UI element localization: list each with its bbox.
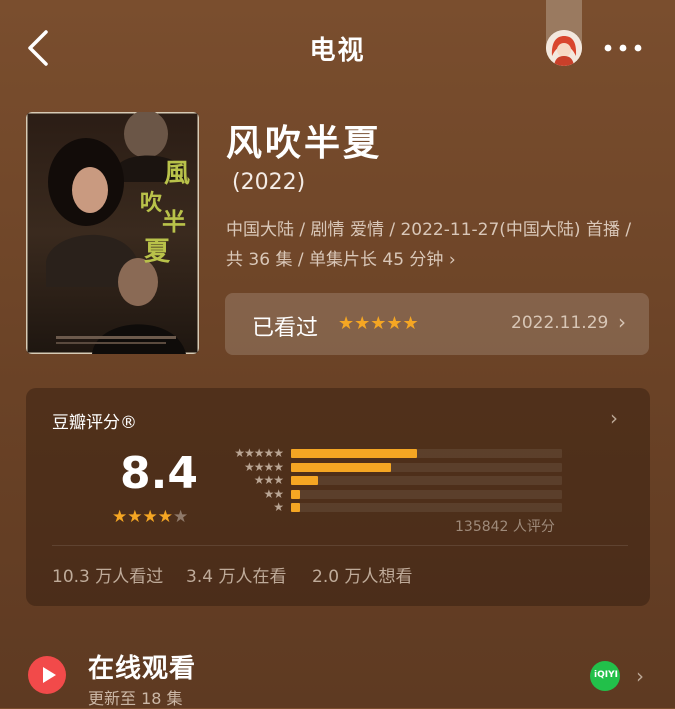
- subject-meta[interactable]: 中国大陆 / 剧情 爱情 / 2022-11-27(中国大陆) 首播 / 共 3…: [226, 215, 646, 275]
- distribution-bar-track-4: [291, 462, 562, 472]
- play-icon[interactable]: [28, 656, 66, 694]
- more-options-button[interactable]: [600, 33, 646, 63]
- poster-title-char-1: 風: [164, 159, 190, 189]
- iqiyi-icon-label: iQIYI: [594, 670, 618, 680]
- watch-status-label: 已看过: [252, 316, 319, 341]
- subject-year: (2022): [232, 170, 306, 195]
- chevron-right-icon: ›: [443, 250, 456, 270]
- poster-title-char-2: 吹: [140, 190, 163, 216]
- vote-count: 135842 人评分: [455, 519, 555, 535]
- distribution-bar-3: [291, 476, 318, 485]
- rating-detail-chevron-icon[interactable]: ›: [610, 406, 618, 430]
- poster-title-char-4: 夏: [144, 237, 171, 267]
- online-watch-subtitle: 更新至 18 集: [88, 689, 183, 708]
- subject-meta-text: 中国大陆 / 剧情 爱情 / 2022-11-27(中国大陆) 首播 / 共 3…: [226, 220, 632, 270]
- distribution-stars-3: ★★★: [253, 473, 284, 487]
- distribution-bar-2: [291, 489, 300, 499]
- distribution-bar-1: [291, 503, 300, 512]
- poster-image[interactable]: 風 吹 半 夏: [26, 112, 199, 354]
- rating-title: 豆瓣评分®: [52, 413, 137, 433]
- chevron-right-icon: ›: [618, 310, 626, 334]
- average-stars-empty: ★: [172, 507, 189, 527]
- poster-art: 風 吹 半 夏: [26, 112, 199, 354]
- distribution-stars-1: ★: [273, 500, 284, 514]
- wish-count[interactable]: 2.0 万人想看: [312, 562, 412, 587]
- distribution-stars-4: ★★★★: [243, 459, 284, 474]
- play-triangle: [43, 667, 56, 683]
- online-watch-title[interactable]: 在线观看: [88, 648, 196, 685]
- more-dots-icon: [604, 44, 642, 52]
- distribution-bar-track-2: [291, 489, 562, 499]
- average-stars: ★★★★★: [112, 507, 188, 527]
- poster-title-char-3: 半: [162, 207, 186, 236]
- average-score: 8.4: [120, 448, 198, 499]
- watched-count[interactable]: 10.3 万人看过: [52, 562, 163, 587]
- distribution-bar-track-5: [291, 449, 562, 458]
- divider: [52, 545, 628, 546]
- distribution-bar-track-3: [291, 476, 562, 485]
- average-stars-filled: ★★★★: [112, 507, 173, 527]
- subject-title: 风吹半夏: [226, 123, 383, 164]
- distribution-bar-4: [291, 462, 391, 472]
- distribution-stars-2: ★★: [263, 486, 284, 501]
- my-rating-stars: ★★★★★: [338, 313, 419, 334]
- watching-count[interactable]: 3.4 万人在看: [186, 562, 286, 587]
- chevron-right-icon[interactable]: ›: [636, 664, 644, 688]
- distribution-stars-5: ★★★★★: [234, 446, 284, 460]
- user-avatar-icon: [546, 30, 582, 66]
- watched-date: 2022.11.29: [511, 313, 609, 333]
- distribution-bar-5: [291, 449, 417, 458]
- avatar[interactable]: [546, 30, 582, 66]
- distribution-bar-track-1: [291, 503, 562, 512]
